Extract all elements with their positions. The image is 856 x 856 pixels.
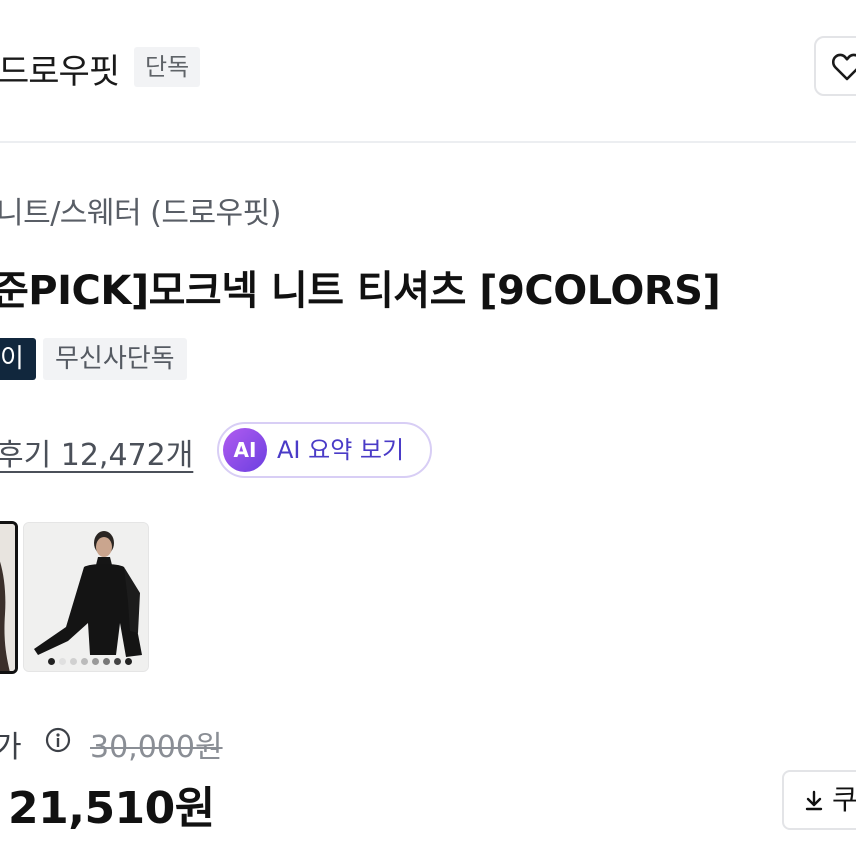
brand-name[interactable]: 드로우핏 — [0, 44, 120, 93]
category-breadcrumb[interactable]: 니트/스웨터 (드로우핏) — [0, 188, 281, 232]
download-icon — [805, 790, 823, 811]
thumbnail-selected[interactable] — [0, 521, 18, 674]
sale-price: 21,510원 — [8, 783, 215, 834]
product-title: 준PICK]모크넥 니트 티셔츠 [9COLORS] — [0, 268, 721, 314]
original-price: 30,000원 — [90, 730, 223, 765]
ai-summary-label: AI 요약 보기 — [277, 436, 405, 464]
heart-icon — [832, 53, 856, 81]
info-icon[interactable] — [45, 727, 71, 753]
header-divider — [0, 141, 856, 143]
coupon-download-button[interactable]: 쿠 — [782, 770, 856, 830]
coupon-label: 쿠 — [832, 783, 856, 816]
wishlist-button[interactable] — [814, 36, 856, 96]
consumer-price-label: 가 — [0, 730, 22, 765]
tag-musinsa-exclusive: 무신사단독 — [43, 338, 187, 380]
carousel-dots — [48, 658, 132, 666]
thumbnail-model[interactable] — [23, 522, 149, 672]
review-count-link[interactable]: 후기 12,472개 — [0, 430, 193, 474]
ai-icon: AI — [223, 428, 267, 472]
exclusive-badge: 단독 — [134, 47, 201, 87]
tag-dark: 이 — [0, 338, 36, 380]
product-photo-image — [0, 524, 15, 671]
ai-summary-button[interactable]: AI AI 요약 보기 — [217, 422, 432, 478]
model-photo-image — [24, 523, 148, 671]
